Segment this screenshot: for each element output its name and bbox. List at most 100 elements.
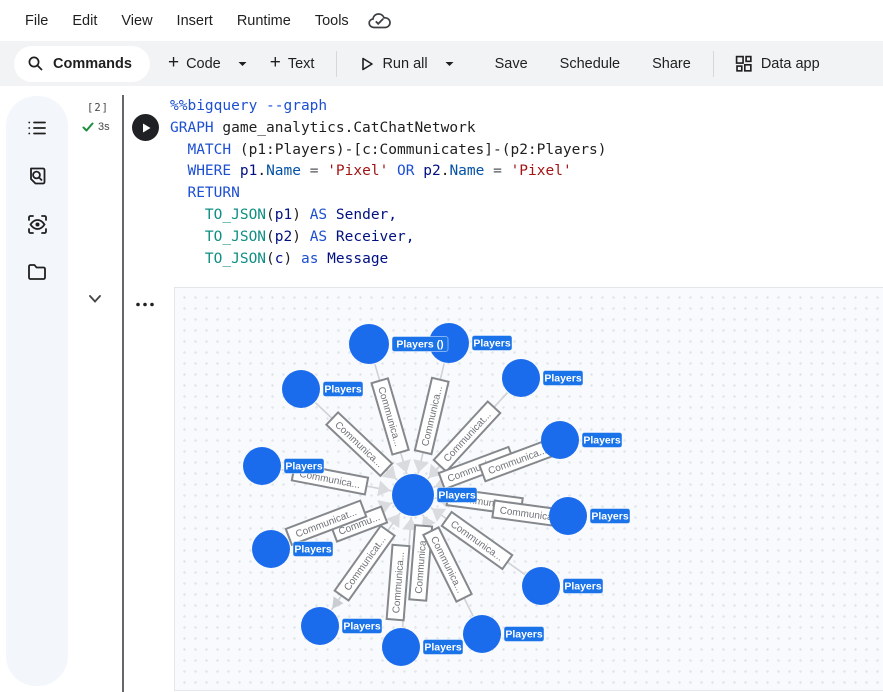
node-label: Players bbox=[544, 373, 582, 385]
node-label: Players bbox=[505, 629, 543, 641]
output-options-button[interactable] bbox=[134, 295, 156, 313]
node-label: Players bbox=[473, 338, 511, 350]
edge-arrowhead bbox=[432, 508, 446, 521]
run-all-label: Run all bbox=[382, 56, 427, 72]
execution-status: 3s bbox=[82, 121, 110, 133]
execution-time: 3s bbox=[98, 121, 110, 133]
save-button[interactable]: Save bbox=[485, 46, 538, 82]
menu-view[interactable]: View bbox=[121, 13, 152, 29]
code-line: %%bigquery --graph bbox=[170, 96, 607, 118]
search-icon bbox=[27, 55, 44, 72]
code-line: MATCH (p1:Players)-[c:Communicates]-(p2:… bbox=[170, 140, 607, 162]
network-graph[interactable]: Communica...Communica...Communicat...Com… bbox=[175, 288, 883, 692]
node-label: Players () bbox=[396, 339, 443, 351]
play-icon bbox=[140, 122, 152, 134]
svg-text:Communica...: Communica... bbox=[448, 519, 505, 564]
graph-node[interactable] bbox=[522, 567, 560, 605]
notebook-area: [2] 3s %%bigquery --graphGRAPH game_anal… bbox=[0, 86, 883, 692]
node-label: Players bbox=[294, 544, 332, 556]
check-icon bbox=[82, 121, 94, 133]
chevron-down-icon bbox=[444, 60, 455, 68]
node-label: Players bbox=[583, 435, 621, 447]
toolbar-divider bbox=[336, 51, 337, 77]
data-app-button[interactable]: Data app bbox=[726, 54, 828, 73]
commands-label: Commands bbox=[53, 56, 132, 72]
toolbar: Commands + Code + Text Run all Save Sche… bbox=[0, 41, 883, 86]
table-of-contents-icon[interactable] bbox=[26, 117, 48, 139]
data-app-label: Data app bbox=[761, 56, 820, 72]
graph-node[interactable] bbox=[463, 615, 501, 653]
graph-node[interactable] bbox=[392, 474, 434, 516]
add-code-button[interactable]: + Code bbox=[158, 46, 231, 82]
toolbar-divider bbox=[713, 51, 714, 77]
left-sidebar bbox=[6, 96, 68, 686]
node-label: Players bbox=[564, 581, 602, 593]
menu-bar: File Edit View Insert Runtime Tools bbox=[0, 0, 883, 41]
graph-node[interactable] bbox=[541, 421, 579, 459]
play-icon bbox=[359, 56, 375, 72]
edge-label: Communica... bbox=[415, 378, 449, 454]
svg-text:Communicat...: Communicat... bbox=[342, 534, 388, 593]
schedule-button[interactable]: Schedule bbox=[550, 46, 630, 82]
node-label: Players bbox=[343, 621, 381, 633]
chevron-down-icon bbox=[237, 60, 248, 68]
find-in-document-icon[interactable] bbox=[26, 165, 48, 187]
chevron-down-icon bbox=[87, 293, 103, 305]
code-line: TO_JSON(p1) AS Sender, bbox=[170, 205, 607, 227]
execution-count: [2] bbox=[87, 102, 109, 114]
add-code-dropdown[interactable] bbox=[231, 46, 254, 82]
cell-left-border bbox=[122, 95, 124, 692]
code-line: WHERE p1.Name = 'Pixel' OR p2.Name = 'Pi… bbox=[170, 161, 607, 183]
edge-arrowhead bbox=[413, 459, 429, 473]
run-all-dropdown[interactable] bbox=[438, 46, 461, 82]
edge-label: Communica... bbox=[387, 545, 410, 621]
share-label: Share bbox=[652, 56, 691, 72]
graph-node[interactable] bbox=[382, 628, 420, 666]
menu-tools[interactable]: Tools bbox=[315, 13, 349, 29]
node-label: Players bbox=[424, 642, 462, 654]
edge-arrowhead bbox=[377, 481, 390, 497]
edge-label: Communica... bbox=[372, 378, 409, 454]
code-line: TO_JSON(p2) AS Receiver, bbox=[170, 227, 607, 249]
svg-text:Communica...: Communica... bbox=[332, 420, 384, 470]
save-label: Save bbox=[495, 56, 528, 72]
graph-node[interactable] bbox=[549, 497, 587, 535]
node-label: Players bbox=[438, 490, 476, 502]
collapse-output-chevron[interactable] bbox=[87, 292, 103, 310]
menu-edit[interactable]: Edit bbox=[72, 13, 97, 29]
graph-node[interactable] bbox=[252, 530, 290, 568]
variable-inspector-icon[interactable] bbox=[26, 213, 48, 235]
plus-icon: + bbox=[270, 53, 281, 72]
code-line: RETURN bbox=[170, 183, 607, 205]
graph-output-panel[interactable]: Communica...Communica...Communicat...Com… bbox=[174, 287, 883, 691]
graph-node[interactable] bbox=[243, 447, 281, 485]
code-line: TO_JSON(c) as Message bbox=[170, 249, 607, 271]
commands-button[interactable]: Commands bbox=[14, 46, 150, 82]
code-line: GRAPH game_analytics.CatChatNetwork bbox=[170, 118, 607, 140]
graph-node[interactable] bbox=[282, 370, 320, 408]
dashboard-icon bbox=[734, 54, 753, 73]
plus-icon: + bbox=[168, 53, 179, 72]
cloud-saved-icon bbox=[367, 10, 393, 32]
node-label: Players bbox=[591, 511, 629, 523]
share-button[interactable]: Share bbox=[642, 46, 701, 82]
run-all-button[interactable]: Run all bbox=[349, 46, 437, 82]
menu-file[interactable]: File bbox=[25, 13, 48, 29]
more-horizontal-icon bbox=[134, 301, 156, 308]
add-text-label: Text bbox=[288, 56, 315, 72]
schedule-label: Schedule bbox=[560, 56, 620, 72]
graph-node[interactable] bbox=[301, 607, 339, 645]
menu-insert[interactable]: Insert bbox=[177, 13, 213, 29]
add-text-button[interactable]: + Text bbox=[260, 46, 325, 82]
node-label: Players bbox=[324, 384, 362, 396]
graph-node[interactable] bbox=[349, 324, 389, 364]
add-code-label: Code bbox=[186, 56, 221, 72]
edge-arrowhead bbox=[332, 596, 343, 608]
menu-runtime[interactable]: Runtime bbox=[237, 13, 291, 29]
node-label: Players bbox=[285, 461, 323, 473]
files-icon[interactable] bbox=[26, 261, 48, 283]
edge-arrowhead bbox=[386, 514, 399, 528]
graph-node[interactable] bbox=[502, 359, 540, 397]
code-editor[interactable]: %%bigquery --graphGRAPH game_analytics.C… bbox=[170, 96, 607, 270]
run-cell-button[interactable] bbox=[132, 114, 159, 141]
